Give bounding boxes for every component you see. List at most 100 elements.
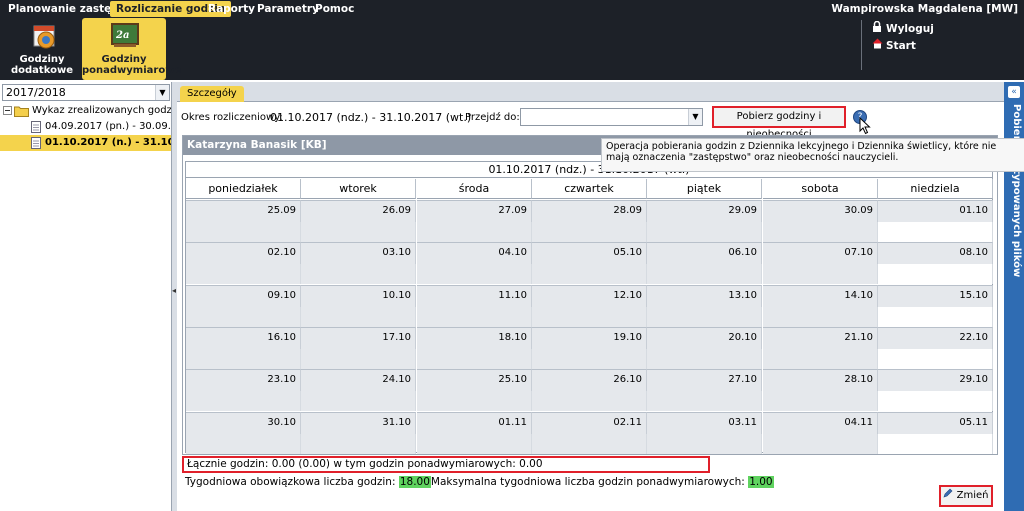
calendar-hours-cell[interactable] xyxy=(532,264,647,284)
calendar-hours-cell[interactable] xyxy=(878,349,993,369)
calendar-date[interactable]: 28.10 xyxy=(763,369,878,391)
godziny-dodatkowe-button[interactable]: Godziny dodatkowe xyxy=(8,18,76,80)
calendar-hours-cell[interactable] xyxy=(763,307,878,327)
menu-pomoc[interactable]: Pomoc xyxy=(309,1,360,17)
calendar-hours-cell[interactable] xyxy=(186,434,301,454)
calendar-date[interactable]: 30.10 xyxy=(186,412,301,434)
calendar-hours-cell[interactable] xyxy=(878,391,993,411)
calendar-date[interactable]: 31.10 xyxy=(301,412,416,434)
calendar-date[interactable]: 01.11 xyxy=(417,412,532,434)
calendar-date[interactable]: 06.10 xyxy=(647,242,762,264)
calendar-hours-cell[interactable] xyxy=(878,307,993,327)
calendar-hours-cell[interactable] xyxy=(878,264,993,284)
calendar-date[interactable]: 04.11 xyxy=(763,412,878,434)
calendar-hours-cell[interactable] xyxy=(763,264,878,284)
calendar-hours-cell[interactable] xyxy=(301,307,416,327)
calendar-date[interactable]: 09.10 xyxy=(186,285,301,307)
calendar-date[interactable]: 29.09 xyxy=(647,200,762,222)
calendar-date[interactable]: 22.10 xyxy=(878,327,993,349)
calendar-hours-cell[interactable] xyxy=(186,391,301,411)
calendar-date[interactable]: 17.10 xyxy=(301,327,416,349)
calendar-hours-cell[interactable] xyxy=(417,307,532,327)
calendar-hours-cell[interactable] xyxy=(647,391,762,411)
calendar-hours-cell[interactable] xyxy=(532,391,647,411)
calendar-date[interactable]: 27.10 xyxy=(647,369,762,391)
calendar-date[interactable]: 07.10 xyxy=(763,242,878,264)
calendar-date[interactable]: 26.10 xyxy=(532,369,647,391)
collapse-icon[interactable] xyxy=(3,105,12,119)
calendar-hours-cell[interactable] xyxy=(417,264,532,284)
year-select[interactable]: 2017/2018 ▼ xyxy=(2,84,170,101)
calendar-date[interactable]: 26.09 xyxy=(301,200,416,222)
calendar-hours-cell[interactable] xyxy=(186,349,301,369)
calendar-date[interactable]: 21.10 xyxy=(763,327,878,349)
calendar-hours-cell[interactable] xyxy=(763,222,878,242)
calendar-date[interactable]: 25.09 xyxy=(186,200,301,222)
calendar-hours-cell[interactable] xyxy=(647,307,762,327)
calendar-hours-cell[interactable] xyxy=(647,222,762,242)
calendar-hours-cell[interactable] xyxy=(301,391,416,411)
calendar-hours-cell[interactable] xyxy=(186,264,301,284)
calendar-hours-cell[interactable] xyxy=(186,307,301,327)
calendar-date[interactable]: 24.10 xyxy=(301,369,416,391)
start-link[interactable]: Start xyxy=(872,38,916,52)
calendar-hours-cell[interactable] xyxy=(532,434,647,454)
chevron-down-icon[interactable]: ▼ xyxy=(688,109,702,125)
calendar-date[interactable]: 03.10 xyxy=(301,242,416,264)
calendar-date[interactable]: 27.09 xyxy=(417,200,532,222)
calendar-date[interactable]: 02.11 xyxy=(532,412,647,434)
calendar-hours-cell[interactable] xyxy=(417,222,532,242)
calendar-date[interactable]: 19.10 xyxy=(532,327,647,349)
change-button[interactable]: Zmień xyxy=(939,485,993,507)
calendar-hours-cell[interactable] xyxy=(878,222,993,242)
calendar-date[interactable]: 10.10 xyxy=(301,285,416,307)
calendar-hours-cell[interactable] xyxy=(763,391,878,411)
calendar-hours-cell[interactable] xyxy=(878,434,993,454)
calendar-hours-cell[interactable] xyxy=(532,307,647,327)
chevron-down-icon[interactable]: ▼ xyxy=(155,85,169,100)
calendar-hours-cell[interactable] xyxy=(417,349,532,369)
tree-item-september[interactable]: 04.09.2017 (pn.) - 30.09.2017 xyxy=(0,119,171,135)
calendar-date[interactable]: 20.10 xyxy=(647,327,762,349)
calendar-hours-cell[interactable] xyxy=(417,434,532,454)
calendar-hours-cell[interactable] xyxy=(763,434,878,454)
calendar-hours-cell[interactable] xyxy=(532,222,647,242)
calendar-date[interactable]: 28.09 xyxy=(532,200,647,222)
calendar-date[interactable]: 01.10 xyxy=(878,200,993,222)
calendar-hours-cell[interactable] xyxy=(301,349,416,369)
calendar-hours-cell[interactable] xyxy=(417,391,532,411)
calendar-hours-cell[interactable] xyxy=(532,349,647,369)
calendar-hours-cell[interactable] xyxy=(301,222,416,242)
calendar-date[interactable]: 23.10 xyxy=(186,369,301,391)
godziny-ponadwymiarowe-button[interactable]: 2a Godziny ponadwymiarowe xyxy=(82,18,181,80)
tab-details[interactable]: Szczegóły xyxy=(180,86,244,102)
calendar-date[interactable]: 25.10 xyxy=(417,369,532,391)
calendar-date[interactable]: 15.10 xyxy=(878,285,993,307)
tree-item-october[interactable]: 01.10.2017 (n.) - 31.10.2017 (t xyxy=(0,135,171,151)
calendar-date[interactable]: 16.10 xyxy=(186,327,301,349)
calendar-hours-cell[interactable] xyxy=(186,222,301,242)
calendar-date[interactable]: 12.10 xyxy=(532,285,647,307)
calendar-hours-cell[interactable] xyxy=(301,264,416,284)
expand-panel-icon[interactable]: « xyxy=(1008,86,1020,98)
calendar-date[interactable]: 11.10 xyxy=(417,285,532,307)
goto-select[interactable]: ▼ xyxy=(520,108,703,126)
calendar-hours-cell[interactable] xyxy=(301,434,416,454)
calendar-date[interactable]: 30.09 xyxy=(763,200,878,222)
calendar-date[interactable]: 05.11 xyxy=(878,412,993,434)
calendar-date[interactable]: 02.10 xyxy=(186,242,301,264)
collapse-left-icon[interactable]: ◂ xyxy=(172,286,176,295)
fetch-hours-button[interactable]: Pobierz godziny i nieobecności xyxy=(712,106,846,140)
calendar-date[interactable]: 08.10 xyxy=(878,242,993,264)
calendar-date[interactable]: 03.11 xyxy=(647,412,762,434)
logout-link[interactable]: Wyloguj xyxy=(872,20,934,35)
calendar-hours-cell[interactable] xyxy=(647,264,762,284)
calendar-date[interactable]: 14.10 xyxy=(763,285,878,307)
calendar-date[interactable]: 13.10 xyxy=(647,285,762,307)
calendar-date[interactable]: 05.10 xyxy=(532,242,647,264)
calendar-date[interactable]: 29.10 xyxy=(878,369,993,391)
calendar-date[interactable]: 04.10 xyxy=(417,242,532,264)
calendar-hours-cell[interactable] xyxy=(763,349,878,369)
tree-root[interactable]: Wykaz zrealizowanych godzin xyxy=(0,103,171,119)
calendar-date[interactable]: 18.10 xyxy=(417,327,532,349)
